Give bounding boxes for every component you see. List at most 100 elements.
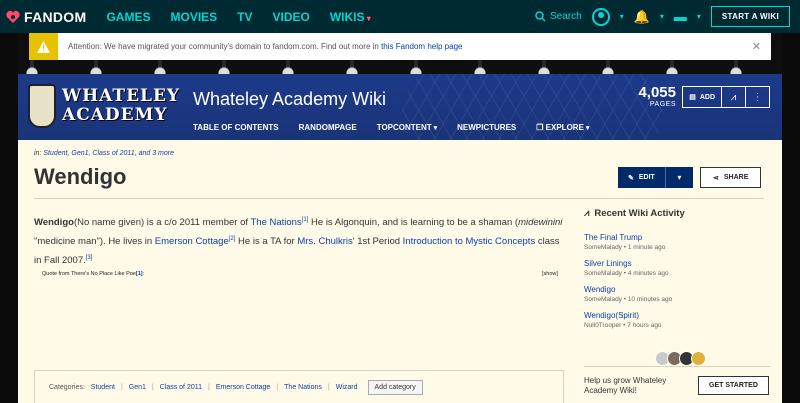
nav-link-video[interactable]: VIDEO bbox=[273, 10, 310, 24]
categories-more-link[interactable]: and 3 more bbox=[139, 150, 174, 157]
logo-line-1: WHATELEY bbox=[62, 86, 181, 106]
get-started-button[interactable]: GET STARTED bbox=[698, 376, 769, 395]
pages-count-label: PAGES bbox=[649, 101, 676, 108]
bottom-category-student[interactable]: Student bbox=[91, 384, 115, 391]
activity-meta: SomeMalady • 4 minutes ago bbox=[584, 270, 669, 277]
edit-button-group: ✎ EDIT ▾ bbox=[618, 167, 693, 188]
activity-title-link[interactable]: Wendigo bbox=[584, 285, 770, 294]
warning-icon bbox=[29, 33, 58, 60]
rail-divider bbox=[584, 366, 770, 367]
separator: | bbox=[208, 383, 210, 391]
bottom-category-emerson-cottage[interactable]: Emerson Cottage bbox=[216, 384, 270, 391]
wiki-logo[interactable]: WHATELEY ACADEMY bbox=[28, 84, 180, 128]
quote-ref[interactable]: [1] bbox=[136, 271, 143, 277]
wiki-nav-newpictures[interactable]: NEWPICTURES bbox=[457, 123, 516, 132]
wiki-logo-text: WHATELEY ACADEMY bbox=[62, 87, 180, 125]
messages-icon[interactable]: ▬ bbox=[674, 9, 687, 24]
title-divider bbox=[34, 198, 764, 199]
quote-text: Quote from There's No Place Like Poe bbox=[42, 271, 136, 277]
activity-item: The Final Trump SomeMalady • 1 minute ag… bbox=[584, 233, 770, 251]
activity-icon: ⩘ bbox=[584, 208, 590, 219]
article-body: Wendigo(No name given) is a c/o 2011 mem… bbox=[34, 212, 564, 269]
search-icon bbox=[535, 11, 546, 22]
fandom-logo[interactable]: FANDOM bbox=[6, 9, 86, 25]
link-mrs-chulkris[interactable]: Mrs. Chulkris bbox=[297, 236, 352, 247]
wiki-navigation: TABLE OF CONTENTS RANDOMPAGE TOPCONTENT … bbox=[193, 123, 589, 132]
bottom-category-the-nations[interactable]: The Nations bbox=[284, 384, 322, 391]
category-link-gen1[interactable]: Gen1 bbox=[71, 150, 88, 157]
article-area: in: Student, Gen1, Class of 2011, and 3 … bbox=[18, 140, 782, 403]
more-options-icon[interactable]: ⋮ bbox=[746, 86, 770, 108]
link-intro-mystic-concepts[interactable]: Introduction to Mystic Concepts bbox=[403, 236, 536, 247]
wiki-title[interactable]: Whateley Academy Wiki bbox=[193, 89, 386, 110]
wiki-header: WHATELEY ACADEMY Whateley Academy Wiki T… bbox=[18, 74, 782, 140]
link-the-nations[interactable]: The Nations bbox=[250, 217, 301, 228]
global-navigation: FANDOM GAMES MOVIES TV VIDEO WIKIS Searc… bbox=[0, 0, 800, 33]
search-label: Search bbox=[550, 11, 582, 22]
pages-count-number: 4,055 bbox=[638, 84, 676, 101]
global-nav-links: GAMES MOVIES TV VIDEO WIKIS bbox=[106, 10, 370, 24]
header-tools: ▤ ADD ⩘ ⋮ bbox=[682, 86, 770, 108]
bottom-category-gen1[interactable]: Gen1 bbox=[129, 384, 146, 391]
banner-close-icon[interactable]: ✕ bbox=[752, 40, 761, 53]
pencil-icon: ✎ bbox=[628, 174, 634, 182]
notifications-bell-icon[interactable]: 🔔 bbox=[634, 9, 650, 25]
activity-meta: Null0Trooper • 7 hours ago bbox=[584, 322, 662, 329]
add-category-button[interactable]: Add category bbox=[367, 379, 423, 395]
recent-activity-title: Recent Wiki Activity bbox=[594, 208, 685, 219]
italic-term: midewinini bbox=[518, 217, 563, 229]
wiki-nav-topcontent[interactable]: TOPCONTENT bbox=[377, 123, 437, 132]
nav-link-tv[interactable]: TV bbox=[237, 10, 252, 24]
logo-line-2: ACADEMY bbox=[62, 105, 168, 125]
nav-link-games[interactable]: GAMES bbox=[106, 10, 150, 24]
category-link-class-2011[interactable]: Class of 2011 bbox=[92, 150, 134, 157]
activity-pulse-icon[interactable]: ⩘ bbox=[722, 86, 746, 108]
user-menu-chevron-icon[interactable]: ▾ bbox=[620, 12, 624, 21]
category-link-student[interactable]: Student bbox=[43, 150, 67, 157]
text-segment: (No name given) is a c/o 2011 member of bbox=[73, 217, 251, 229]
edit-dropdown-chevron-icon[interactable]: ▾ bbox=[664, 167, 693, 188]
categories-label: Categories: bbox=[49, 383, 85, 391]
grow-wiki-text: Help us grow Whateley Academy Wiki! bbox=[584, 376, 667, 395]
activity-title-link[interactable]: Wendigo(Spirit) bbox=[584, 311, 770, 320]
right-rail: ⩘ Recent Wiki Activity The Final Trump S… bbox=[584, 208, 770, 337]
separator: | bbox=[120, 383, 123, 391]
notifications-chevron-icon[interactable]: ▾ bbox=[660, 12, 664, 21]
wiki-nav-randompage[interactable]: RANDOMPAGE bbox=[299, 123, 357, 132]
start-a-wiki-button[interactable]: START A WIKI bbox=[710, 6, 790, 27]
show-toggle[interactable]: [show] bbox=[542, 271, 558, 277]
edit-button-label: EDIT bbox=[638, 174, 655, 181]
page-title: Wendigo bbox=[34, 164, 127, 189]
add-page-icon: ▤ bbox=[689, 94, 696, 101]
messages-chevron-icon[interactable]: ▾ bbox=[697, 12, 701, 21]
bottom-category-class-2011[interactable]: Class of 2011 bbox=[160, 384, 202, 391]
link-emerson-cottage[interactable]: Emerson Cottage bbox=[155, 236, 229, 247]
activity-title-link[interactable]: Silver Linings bbox=[584, 259, 770, 268]
global-nav-right: Search ▾ 🔔 ▾ ▬ ▾ START A WIKI bbox=[535, 6, 790, 27]
user-avatar-icon[interactable] bbox=[591, 7, 610, 26]
categories-prefix: in: bbox=[34, 150, 42, 157]
edit-button[interactable]: ✎ EDIT bbox=[618, 167, 665, 188]
nav-link-movies[interactable]: MOVIES bbox=[170, 10, 217, 24]
nav-link-wikis[interactable]: WIKIS bbox=[330, 10, 371, 24]
activity-item: Silver Linings SomeMalady • 4 minutes ag… bbox=[584, 259, 770, 277]
banner-message: Attention: We have migrated your communi… bbox=[68, 42, 462, 51]
activity-item: Wendigo(Spirit) Null0Trooper • 7 hours a… bbox=[584, 311, 770, 329]
activity-item: Wendigo SomeMalady • 10 minutes ago bbox=[584, 285, 770, 303]
add-button[interactable]: ▤ ADD bbox=[682, 86, 722, 108]
activity-meta: SomeMalady • 10 minutes ago bbox=[584, 296, 673, 303]
avatar[interactable] bbox=[691, 351, 706, 366]
book-icon: ❐ bbox=[536, 123, 546, 132]
wiki-nav-table-of-contents[interactable]: TABLE OF CONTENTS bbox=[193, 123, 279, 132]
ref-3[interactable]: [3] bbox=[86, 255, 93, 261]
quote-colon: : bbox=[142, 271, 145, 277]
share-button[interactable]: ⋖ SHARE bbox=[700, 167, 762, 188]
banner-help-link[interactable]: this Fandom help page bbox=[381, 42, 462, 51]
text-segment: "medicine man"). He lives in bbox=[34, 236, 155, 248]
subject-name: Wendigo bbox=[34, 217, 74, 229]
bottom-category-wizard[interactable]: Wizard bbox=[336, 384, 358, 391]
wiki-nav-explore[interactable]: ❐ EXPLORE bbox=[536, 123, 589, 132]
recent-activity-header: ⩘ Recent Wiki Activity bbox=[584, 208, 770, 219]
search-button[interactable]: Search bbox=[535, 11, 582, 22]
activity-title-link[interactable]: The Final Trump bbox=[584, 233, 770, 242]
